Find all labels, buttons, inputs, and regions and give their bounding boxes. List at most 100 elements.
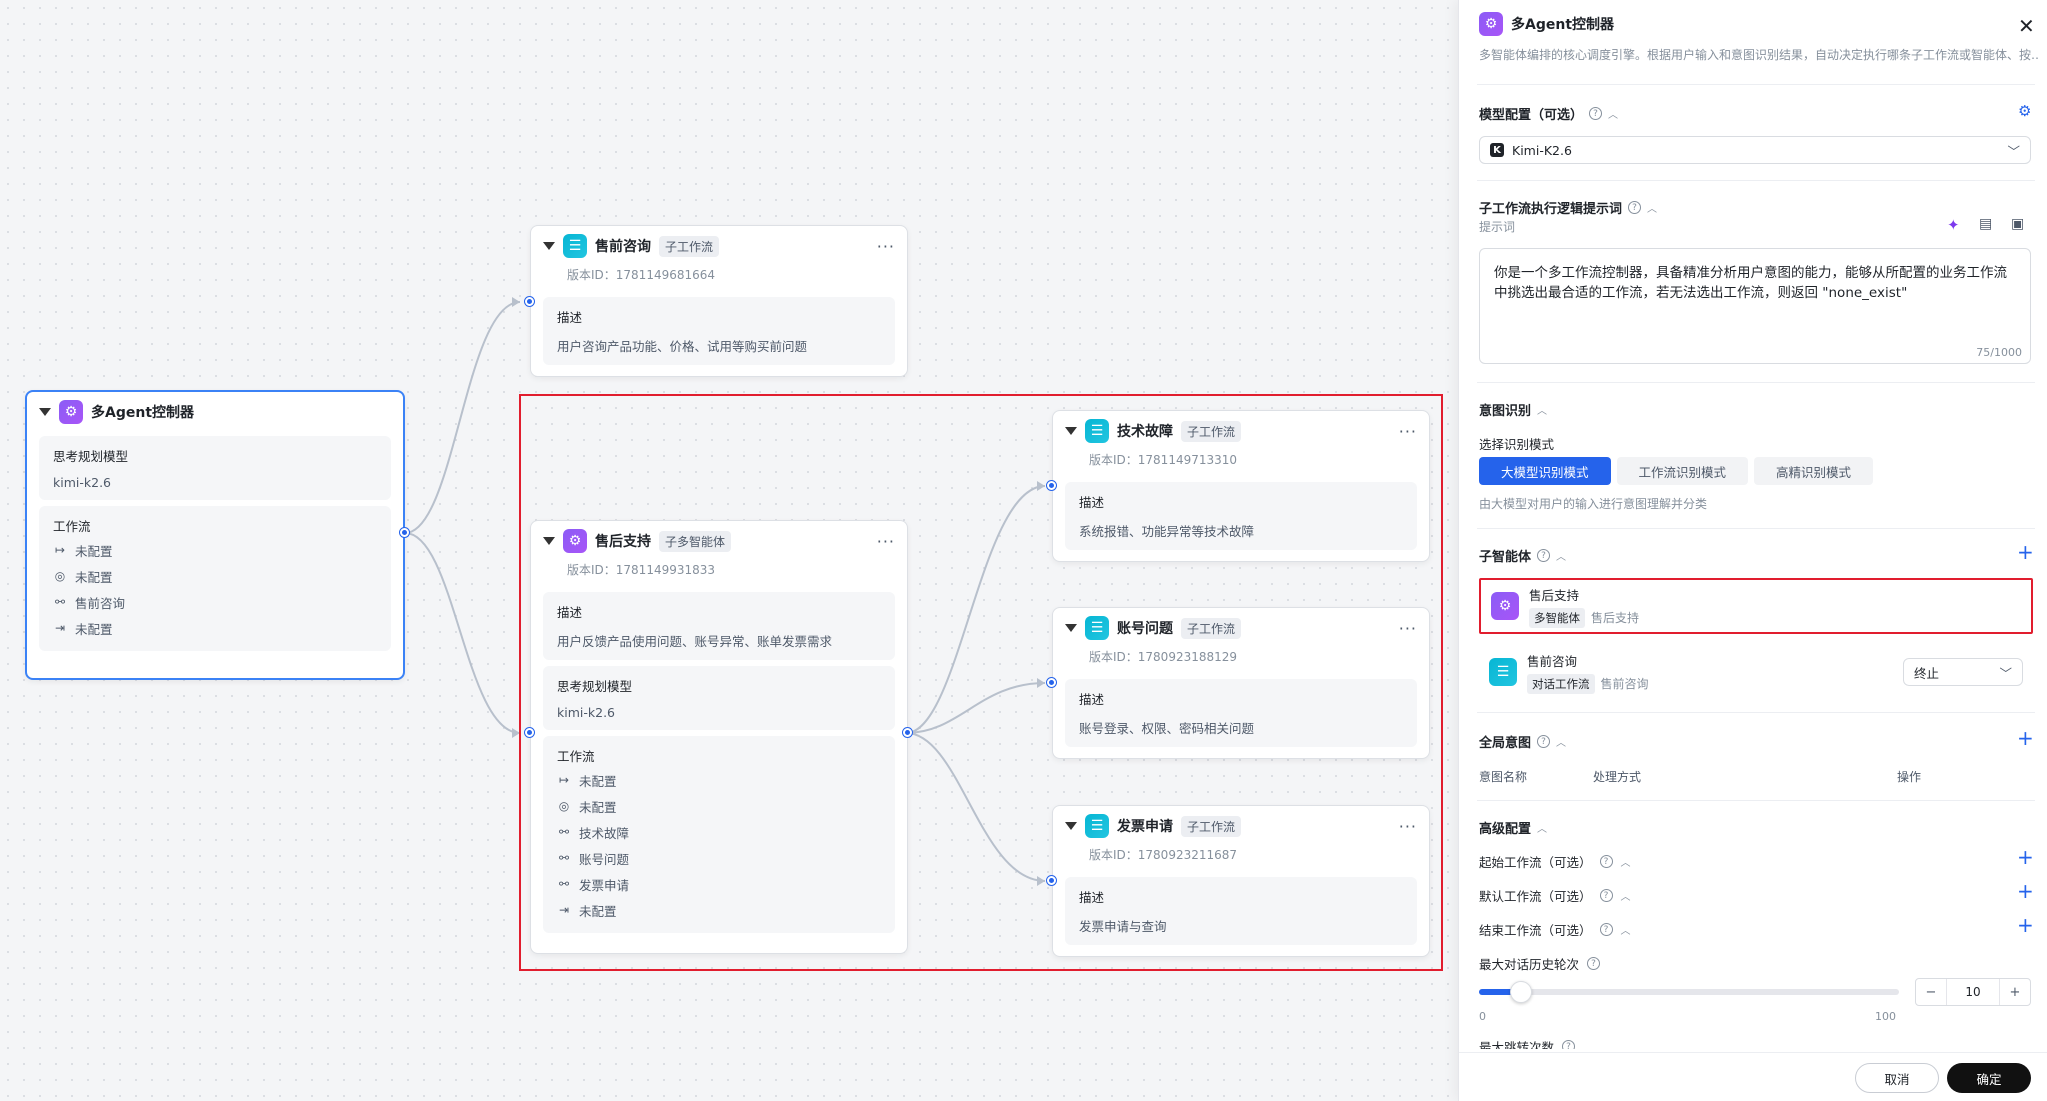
mode-workflow[interactable]: 工作流识别模式 xyxy=(1616,457,1749,485)
prompt-textarea[interactable]: 你是一个多工作流控制器，具备精准分析用户意图的能力，能够从所配置的业务工作流中挑… xyxy=(1479,248,2031,364)
account-node[interactable]: ☰ 账号问题 子工作流 ··· 版本ID：1780923188129 描述 账号… xyxy=(1052,607,1430,759)
model-select[interactable]: K Kimi-K2.6 ﹀ xyxy=(1479,136,2031,164)
arrow-presales xyxy=(512,297,520,307)
default-workflow-row[interactable]: 默认工作流（可选） ? ︿ xyxy=(1479,886,1631,905)
help-icon[interactable]: ? xyxy=(1562,1040,1576,1049)
presales-node[interactable]: ☰ 售前咨询 子工作流 ··· 版本ID：1781149681664 描述 用户… xyxy=(530,225,908,377)
sub-agent-badge: 多智能体 xyxy=(1529,607,1585,628)
model-config-header[interactable]: 模型配置（可选） ? ︿ xyxy=(1479,104,1618,123)
model-section: 思考规划模型 kimi-k2.6 xyxy=(39,436,391,500)
presales-in-port[interactable] xyxy=(525,297,534,306)
tech-node[interactable]: ☰ 技术故障 子工作流 ··· 版本ID：1781149713310 描述 系统… xyxy=(1052,410,1430,562)
invoice-node[interactable]: ☰ 发票申请 子工作流 ··· 版本ID：1780923211687 描述 发票… xyxy=(1052,805,1430,957)
history-stepper[interactable]: − 10 + xyxy=(1915,978,2031,1006)
panel-title: 多Agent控制器 xyxy=(1511,17,1615,33)
confirm-button[interactable]: 确定 xyxy=(1947,1063,2031,1093)
add-global-intent-icon[interactable]: + xyxy=(2017,726,2034,750)
desc-text: 用户反馈产品使用问题、账号异常、账单发票需求 xyxy=(557,634,833,649)
help-icon[interactable]: ? xyxy=(1587,957,1601,970)
add-start-workflow-icon[interactable]: + xyxy=(2017,845,2034,869)
more-icon[interactable]: ··· xyxy=(877,237,895,256)
controller-out-port[interactable] xyxy=(400,528,409,537)
sub-agent-meta: 对话工作流 售前咨询 xyxy=(1527,673,1649,694)
chevron-up-icon[interactable]: ︿ xyxy=(1647,200,1657,215)
help-icon[interactable]: ? xyxy=(1589,107,1603,120)
history-label: 最大对话历史轮次 xyxy=(1479,957,1580,972)
chevron-up-icon[interactable]: ︿ xyxy=(1556,548,1566,563)
aftersales-in-port[interactable] xyxy=(525,728,534,737)
chevron-up-icon[interactable]: ︿ xyxy=(1608,106,1618,121)
more-icon[interactable]: ··· xyxy=(1399,619,1417,638)
node-tag: 子工作流 xyxy=(1181,815,1242,837)
sparkle-icon[interactable]: ✦ xyxy=(1947,216,1960,234)
chevron-up-icon[interactable]: ︿ xyxy=(1621,888,1631,903)
version-id: 版本ID：1780923211687 xyxy=(1089,848,1238,862)
add-sub-agent-icon[interactable]: + xyxy=(2017,540,2034,564)
global-intent-header[interactable]: 全局意图 ? ︿ xyxy=(1479,732,1566,751)
prompt-header[interactable]: 子工作流执行逻辑提示词 ? ︿ xyxy=(1479,198,1657,217)
workflow-icon: ☰ xyxy=(1085,616,1109,640)
collapse-caret-icon[interactable] xyxy=(543,537,555,545)
history-slider-thumb[interactable] xyxy=(1510,981,1532,1003)
sub-agent-header[interactable]: 子智能体 ? ︿ xyxy=(1479,546,1566,565)
sub-agent-item[interactable]: ⚙ 售后支持 多智能体 售后支持 xyxy=(1479,578,2033,634)
model-label: 思考规划模型 xyxy=(557,679,633,694)
history-slider[interactable] xyxy=(1479,981,1899,1003)
tech-in-port[interactable] xyxy=(1047,481,1056,490)
help-icon[interactable]: ? xyxy=(1537,549,1551,562)
collapse-caret-icon[interactable] xyxy=(39,408,51,416)
advanced-header[interactable]: 高级配置 ︿ xyxy=(1479,818,1547,837)
minus-icon[interactable]: − xyxy=(1916,985,1946,1000)
chevron-up-icon[interactable]: ︿ xyxy=(1537,820,1547,835)
start-workflow-row[interactable]: 起始工作流（可选） ? ︿ xyxy=(1479,852,1631,871)
more-icon[interactable]: ··· xyxy=(877,532,895,551)
invoice-in-port[interactable] xyxy=(1047,876,1056,885)
cancel-button[interactable]: 取消 xyxy=(1855,1063,1939,1093)
mode-llm[interactable]: 大模型识别模式 xyxy=(1479,457,1611,485)
more-icon[interactable]: ··· xyxy=(1399,817,1417,836)
desc-text: 系统报错、功能异常等技术故障 xyxy=(1079,524,1255,539)
version-id: 版本ID：1780923188129 xyxy=(1089,650,1238,664)
aftersales-out-port[interactable] xyxy=(903,728,912,737)
intent-header[interactable]: 意图识别 ︿ xyxy=(1479,400,1547,419)
add-end-workflow-icon[interactable]: + xyxy=(2017,913,2034,937)
collapse-caret-icon[interactable] xyxy=(543,242,555,250)
controller-node[interactable]: ⚙ 多Agent控制器 思考规划模型 kimi-k2.6 工作流 ↦ 未配置 ◎ 未… xyxy=(25,390,405,680)
collapse-caret-icon[interactable] xyxy=(1065,624,1077,632)
chevron-up-icon[interactable]: ︿ xyxy=(1556,734,1566,749)
workflow-section: 工作流 ↦ 未配置 ◎ 未配置 ⚯ 售前咨询 ⇥ 未配置 xyxy=(39,506,391,651)
desc-label: 描述 xyxy=(557,310,583,325)
sub-agent-item[interactable]: ☰ 售前咨询 对话工作流 售前咨询 终止 ﹀ xyxy=(1479,644,2033,700)
sub-agent-sub: 售后支持 xyxy=(1591,611,1640,625)
edge-controller-aftersales xyxy=(404,532,521,734)
collapse-caret-icon[interactable] xyxy=(1065,822,1077,830)
desc-section: 描述 账号登录、权限、密码相关问题 xyxy=(1065,679,1417,747)
help-icon[interactable]: ? xyxy=(1537,735,1551,748)
help-icon[interactable]: ? xyxy=(1599,923,1613,936)
close-icon[interactable]: ✕ xyxy=(2018,14,2035,38)
document-icon[interactable]: ▤ xyxy=(1979,216,1992,232)
chevron-up-icon[interactable]: ︿ xyxy=(1621,854,1631,869)
end-workflow-row[interactable]: 结束工作流（可选） ? ︿ xyxy=(1479,920,1631,939)
agent-action-select[interactable]: 终止 ﹀ xyxy=(1903,658,2023,686)
save-icon[interactable]: ▣ xyxy=(2011,216,2024,232)
plus-icon[interactable]: + xyxy=(2000,985,2030,1000)
account-in-port[interactable] xyxy=(1047,678,1056,687)
aftersales-node[interactable]: ⚙ 售后支持 子多智能体 ··· 版本ID：1781149931833 描述 用… xyxy=(530,520,908,954)
gear-icon[interactable]: ⚙ xyxy=(2018,102,2031,120)
chevron-up-icon[interactable]: ︿ xyxy=(1537,402,1547,417)
chevron-up-icon[interactable]: ︿ xyxy=(1621,922,1631,937)
help-icon[interactable]: ? xyxy=(1599,855,1613,868)
workflow-item-text: 技术故障 xyxy=(579,825,630,841)
help-icon[interactable]: ? xyxy=(1599,889,1613,902)
section-title: 高级配置 xyxy=(1479,822,1532,837)
help-icon[interactable]: ? xyxy=(1628,201,1642,214)
workflow-section: 工作流 ↦ 未配置 ◎ 未配置 ⚯ 技术故障 ⚯ 账号问题 ⚯ 发票申请 ⇥ 未配置 xyxy=(543,736,895,933)
more-icon[interactable]: ··· xyxy=(1399,422,1417,441)
flow-icon: ⚯ xyxy=(54,595,66,609)
history-stepper-value[interactable]: 10 xyxy=(1946,979,2000,1005)
collapse-caret-icon[interactable] xyxy=(1065,427,1077,435)
add-default-workflow-icon[interactable]: + xyxy=(2017,879,2034,903)
mode-precise[interactable]: 高精识别模式 xyxy=(1754,457,1874,485)
sub-agent-info: 售前咨询 对话工作流 售前咨询 xyxy=(1527,651,1649,694)
